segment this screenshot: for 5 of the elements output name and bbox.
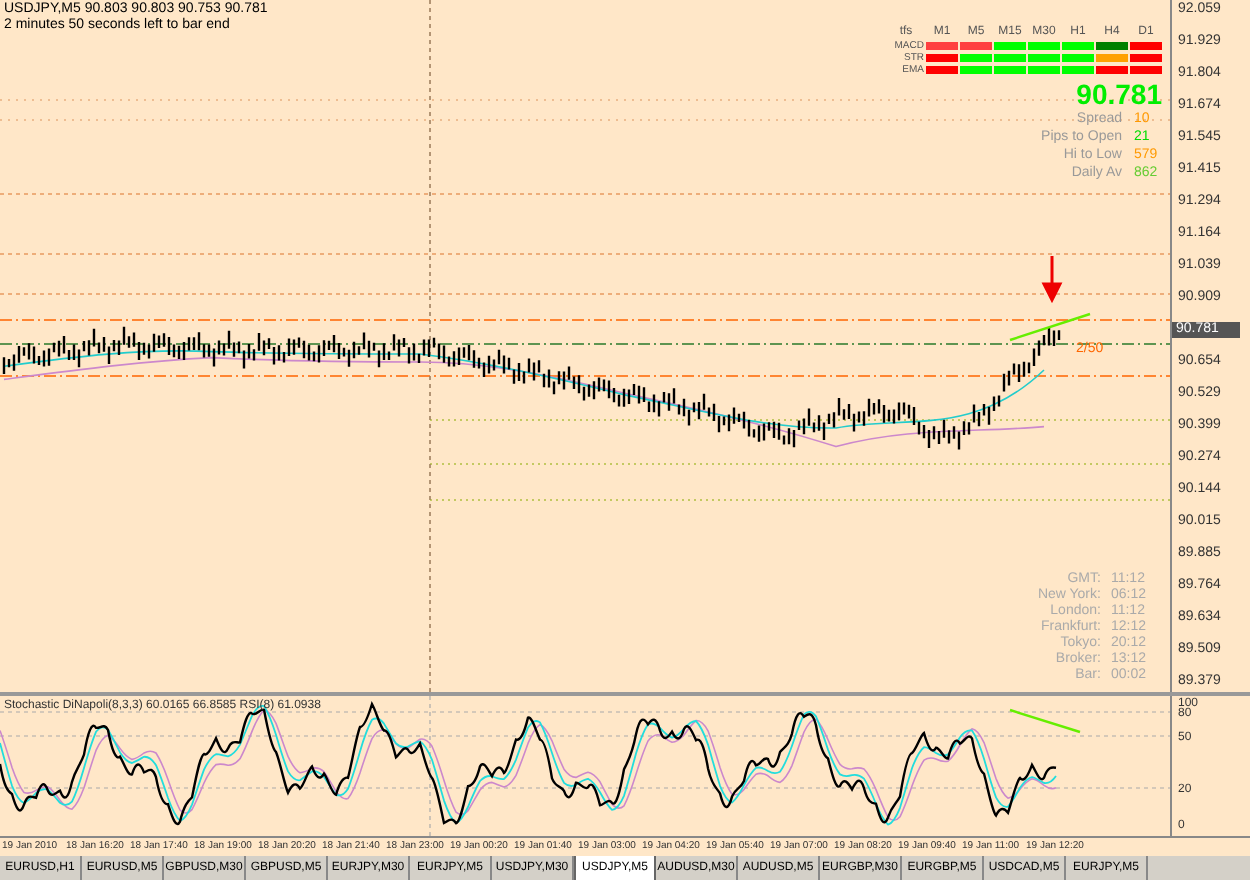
arrow-icon: [1042, 254, 1062, 304]
trend-line: [1009, 312, 1091, 342]
price-display: 90.781: [1076, 80, 1162, 110]
trend-line: [1009, 708, 1081, 734]
session-separator-line: [429, 696, 431, 836]
